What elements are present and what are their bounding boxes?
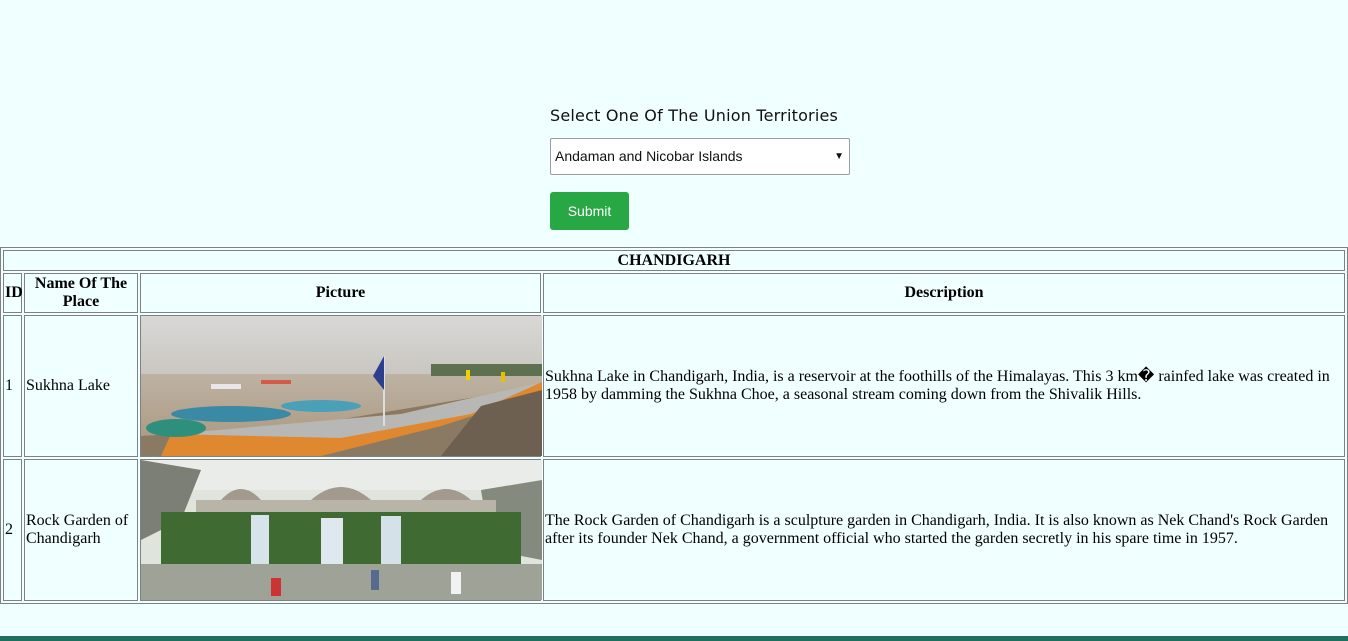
submit-button[interactable]: Submit <box>550 192 629 230</box>
table-row: 2 Rock Garden of Chandigarh The Rock Gar… <box>3 459 1345 601</box>
row-id: 1 <box>3 315 22 457</box>
territory-select[interactable]: Andaman and Nicobar Islands ▼ <box>550 138 850 175</box>
places-table: CHANDIGARH ID Name Of The Place Picture … <box>0 247 1348 604</box>
row-description: Sukhna Lake in Chandigarh, India, is a r… <box>543 315 1345 457</box>
territory-select-value: Andaman and Nicobar Islands <box>555 148 743 164</box>
table-caption: CHANDIGARH <box>3 250 1345 271</box>
row-description: The Rock Garden of Chandigarh is a sculp… <box>543 459 1345 601</box>
bottom-edge-strip <box>0 636 1348 641</box>
table-row: 1 Sukhna Lake Sukhna Lake in Chandigarh,… <box>3 315 1345 457</box>
territory-form: Select One Of The Union Territories Anda… <box>550 104 850 230</box>
rock-garden-photo <box>141 460 542 600</box>
row-name: Sukhna Lake <box>24 315 138 457</box>
row-picture <box>140 315 542 457</box>
row-name: Rock Garden of Chandigarh <box>24 459 138 601</box>
row-picture <box>140 459 542 601</box>
table-caption-row: CHANDIGARH <box>3 250 1345 271</box>
chevron-down-icon: ▼ <box>834 151 844 162</box>
header-picture: Picture <box>140 273 541 313</box>
header-id: ID <box>3 273 23 313</box>
row-id: 2 <box>3 459 22 601</box>
territory-select-label: Select One Of The Union Territories <box>550 106 839 125</box>
sukhna-lake-photo <box>141 316 542 456</box>
header-name: Name Of The Place <box>24 273 138 313</box>
header-description: Description <box>543 273 1345 313</box>
table-header-row: ID Name Of The Place Picture Description <box>3 273 1345 313</box>
